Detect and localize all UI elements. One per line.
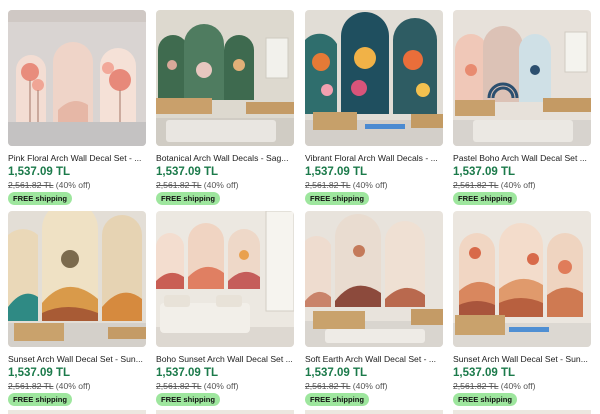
- listing-title[interactable]: Boho Sunset Arch Wall Decal Set ...: [156, 354, 294, 365]
- listing-original-price: 2,561.82 TL: [305, 180, 351, 190]
- listing-image-sunset-arch[interactable]: [8, 211, 146, 347]
- listing-discount: (40% off): [352, 381, 388, 391]
- free-shipping-badge: FREE shipping: [305, 192, 369, 205]
- listing-title[interactable]: Pink Floral Arch Wall Decal Set - ...: [8, 153, 146, 164]
- free-shipping-badge: FREE shipping: [8, 393, 72, 406]
- listing-discount: (40% off): [203, 180, 239, 190]
- listing-original-price-row: 2,561.82 TL (40% off): [156, 180, 239, 191]
- listing-original-price: 2,561.82 TL: [156, 180, 202, 190]
- listing-discount: (40% off): [500, 381, 536, 391]
- listing-price: 1,537.09 TL: [8, 166, 71, 178]
- free-shipping-badge: FREE shipping: [156, 192, 220, 205]
- listing-image-boho-sunset-arch[interactable]: [156, 211, 294, 347]
- listing-price: 1,537.09 TL: [8, 367, 71, 379]
- listing-original-price-row: 2,561.82 TL (40% off): [8, 381, 91, 392]
- listing-discount: (40% off): [55, 180, 91, 190]
- free-shipping-badge: FREE shipping: [453, 192, 517, 205]
- listing-original-price-row: 2,561.82 TL (40% off): [8, 180, 91, 191]
- listing-image-pink-floral-arch[interactable]: [8, 10, 146, 146]
- listing-price: 1,537.09 TL: [156, 166, 219, 178]
- listing-price: 1,537.09 TL: [305, 166, 368, 178]
- listing-image-pastel-boho-arch[interactable]: [453, 10, 591, 146]
- listing-discount: (40% off): [500, 180, 536, 190]
- listing-title[interactable]: Sunset Arch Wall Decal Set - Sun...: [453, 354, 591, 365]
- listing-original-price: 2,561.82 TL: [453, 180, 499, 190]
- listing-original-price: 2,561.82 TL: [305, 381, 351, 391]
- listing-original-price: 2,561.82 TL: [8, 381, 54, 391]
- listing-original-price-row: 2,561.82 TL (40% off): [305, 381, 388, 392]
- listing-title[interactable]: Sunset Arch Wall Decal Set - Sun...: [8, 354, 146, 365]
- listing-original-price: 2,561.82 TL: [453, 381, 499, 391]
- listing-discount: (40% off): [203, 381, 239, 391]
- listing-original-price-row: 2,561.82 TL (40% off): [453, 180, 536, 191]
- listing-title[interactable]: Soft Earth Arch Wall Decal Set - ...: [305, 354, 443, 365]
- listing-price: 1,537.09 TL: [305, 367, 368, 379]
- next-row-image-edge: [305, 410, 443, 414]
- listing-discount: (40% off): [55, 381, 91, 391]
- listing-discount: (40% off): [352, 180, 388, 190]
- listing-original-price: 2,561.82 TL: [8, 180, 54, 190]
- listing-price: 1,537.09 TL: [453, 367, 516, 379]
- listing-original-price-row: 2,561.82 TL (40% off): [156, 381, 239, 392]
- listing-image-vibrant-floral-arch[interactable]: [305, 10, 443, 146]
- next-row-image-edge: [156, 410, 294, 414]
- listing-original-price-row: 2,561.82 TL (40% off): [453, 381, 536, 392]
- free-shipping-badge: FREE shipping: [305, 393, 369, 406]
- free-shipping-badge: FREE shipping: [453, 393, 517, 406]
- free-shipping-badge: FREE shipping: [8, 192, 72, 205]
- listing-title[interactable]: Botanical Arch Wall Decals - Sag...: [156, 153, 294, 164]
- next-row-image-edge: [453, 410, 591, 414]
- listing-price: 1,537.09 TL: [156, 367, 219, 379]
- listing-original-price: 2,561.82 TL: [156, 381, 202, 391]
- listing-image-botanical-arch[interactable]: [156, 10, 294, 146]
- next-row-image-edge: [8, 410, 146, 414]
- listing-price: 1,537.09 TL: [453, 166, 516, 178]
- free-shipping-badge: FREE shipping: [156, 393, 220, 406]
- listing-image-soft-earth-arch[interactable]: [305, 211, 443, 347]
- listing-image-sunset-arch-2[interactable]: [453, 211, 591, 347]
- listing-grid: Pink Floral Arch Wall Decal Set - ... 1,…: [0, 0, 600, 414]
- listing-title[interactable]: Vibrant Floral Arch Wall Decals - ...: [305, 153, 443, 164]
- listing-original-price-row: 2,561.82 TL (40% off): [305, 180, 388, 191]
- listing-title[interactable]: Pastel Boho Arch Wall Decal Set ...: [453, 153, 591, 164]
